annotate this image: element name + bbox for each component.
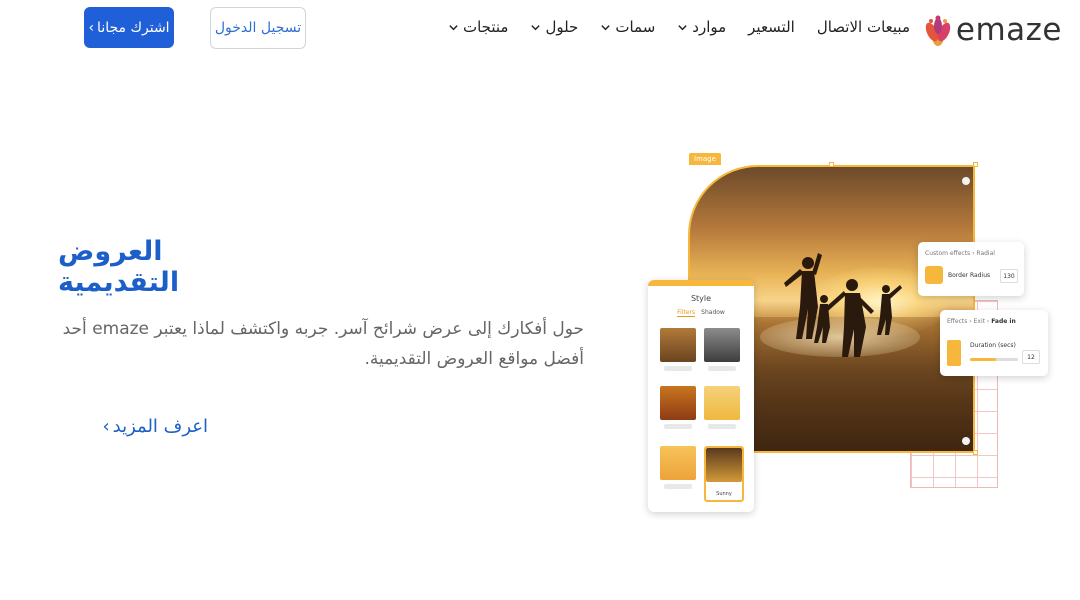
nav-item-pricing[interactable]: التسعير (748, 18, 795, 36)
card-label: Duration (secs) (970, 342, 1016, 349)
fade-in-card: Effects › Exit › Fade in Duration (secs)… (940, 310, 1048, 376)
slider-fill (970, 358, 997, 361)
chevron-down-icon (531, 24, 541, 30)
main-nav: منتجات حلول سمات موارد التسعير مبيعات ال… (448, 18, 910, 36)
nav-item-label: سمات (615, 18, 656, 36)
nav-item-solutions[interactable]: حلول (530, 18, 578, 36)
style-panel: Style Filters Shadow Sunny (648, 280, 754, 512)
border-radius-card: Custom effects › Radial Border Radius 13… (918, 242, 1024, 296)
tab-filters[interactable]: Filters (677, 309, 696, 317)
tab-shadow[interactable]: Shadow (701, 309, 725, 317)
card-breadcrumb: Effects › Exit › Fade in (947, 318, 1016, 325)
style-panel-tabs: Filters Shadow (648, 309, 754, 317)
hero-title: العروض التقديمية (58, 236, 180, 298)
chevron-left-icon: › (88, 19, 95, 36)
filter-thumb-bw[interactable] (704, 328, 740, 362)
nav-item-label: منتجات (462, 18, 509, 36)
login-button[interactable]: تسجيل الدخول (210, 7, 306, 49)
signup-button[interactable]: اشترك مجانا › (84, 7, 174, 48)
filter-thumb-sunset[interactable] (660, 386, 696, 420)
image-tag: Image (689, 153, 721, 165)
breadcrumb-current: Fade in (991, 318, 1016, 325)
nav-item-label: موارد (692, 18, 727, 36)
filter-thumb-sunny[interactable]: Sunny (704, 446, 744, 502)
learn-more-link[interactable]: اعرف المزيد › (58, 416, 208, 437)
filter-thumb-label (708, 424, 736, 429)
nav-item-themes[interactable]: سمات (600, 18, 655, 36)
filter-thumb-label (664, 366, 692, 371)
card-label: Border Radius (948, 272, 991, 279)
filter-thumb-label (664, 484, 692, 489)
resize-handle (962, 177, 970, 185)
filter-thumb-golden[interactable] (660, 446, 696, 480)
chevron-down-icon (449, 24, 458, 30)
hero-description: حول أفكارك إلى عرض شرائح آسر. جربه واكتش… (62, 319, 584, 369)
selection-handle (829, 162, 834, 167)
chevron-down-icon (678, 24, 687, 30)
nav-item-label: التسعير (748, 18, 795, 36)
selection-handle (973, 450, 978, 455)
radius-icon (925, 266, 943, 284)
resize-handle (962, 437, 970, 445)
filter-thumb-label (664, 424, 692, 429)
emaze-logo-icon (925, 15, 951, 46)
chevron-left-icon: › (102, 416, 110, 437)
border-radius-value[interactable]: 130 (1000, 269, 1018, 283)
style-panel-title: Style (690, 294, 712, 303)
site-header: emaze منتجات حلول سمات موارد التسعير مبي… (0, 0, 1080, 60)
nav-item-resources[interactable]: موارد (677, 18, 726, 36)
duration-slider[interactable] (970, 358, 1018, 361)
card-breadcrumb: Custom effects › Radial (925, 250, 995, 257)
selection-handle (973, 162, 978, 167)
signup-label: اشترك مجانا (97, 19, 170, 36)
nav-item-label: مبيعات الاتصال (816, 18, 910, 36)
learn-more-label: اعرف المزيد (112, 416, 208, 437)
fade-icon (947, 340, 961, 366)
duration-value[interactable]: 12 (1022, 350, 1040, 364)
chevron-down-icon (601, 24, 611, 30)
filter-thumb-label (708, 366, 736, 371)
breadcrumb-prefix: Effects › Exit › (947, 318, 992, 325)
nav-item-contact-sales[interactable]: مبيعات الاتصال (817, 18, 910, 36)
nav-item-products[interactable]: منتجات (448, 18, 508, 36)
nav-item-label: حلول (545, 18, 579, 36)
sunny-label: Sunny (716, 491, 732, 497)
logo-text: emaze (955, 11, 1062, 48)
emaze-logo[interactable]: emaze (922, 10, 1062, 50)
filter-thumb-warm[interactable] (660, 328, 696, 362)
filter-thumb-bright[interactable] (704, 386, 740, 420)
hero-illustration: Image Style Filters Shadow Sunny Custom … (640, 150, 1060, 520)
